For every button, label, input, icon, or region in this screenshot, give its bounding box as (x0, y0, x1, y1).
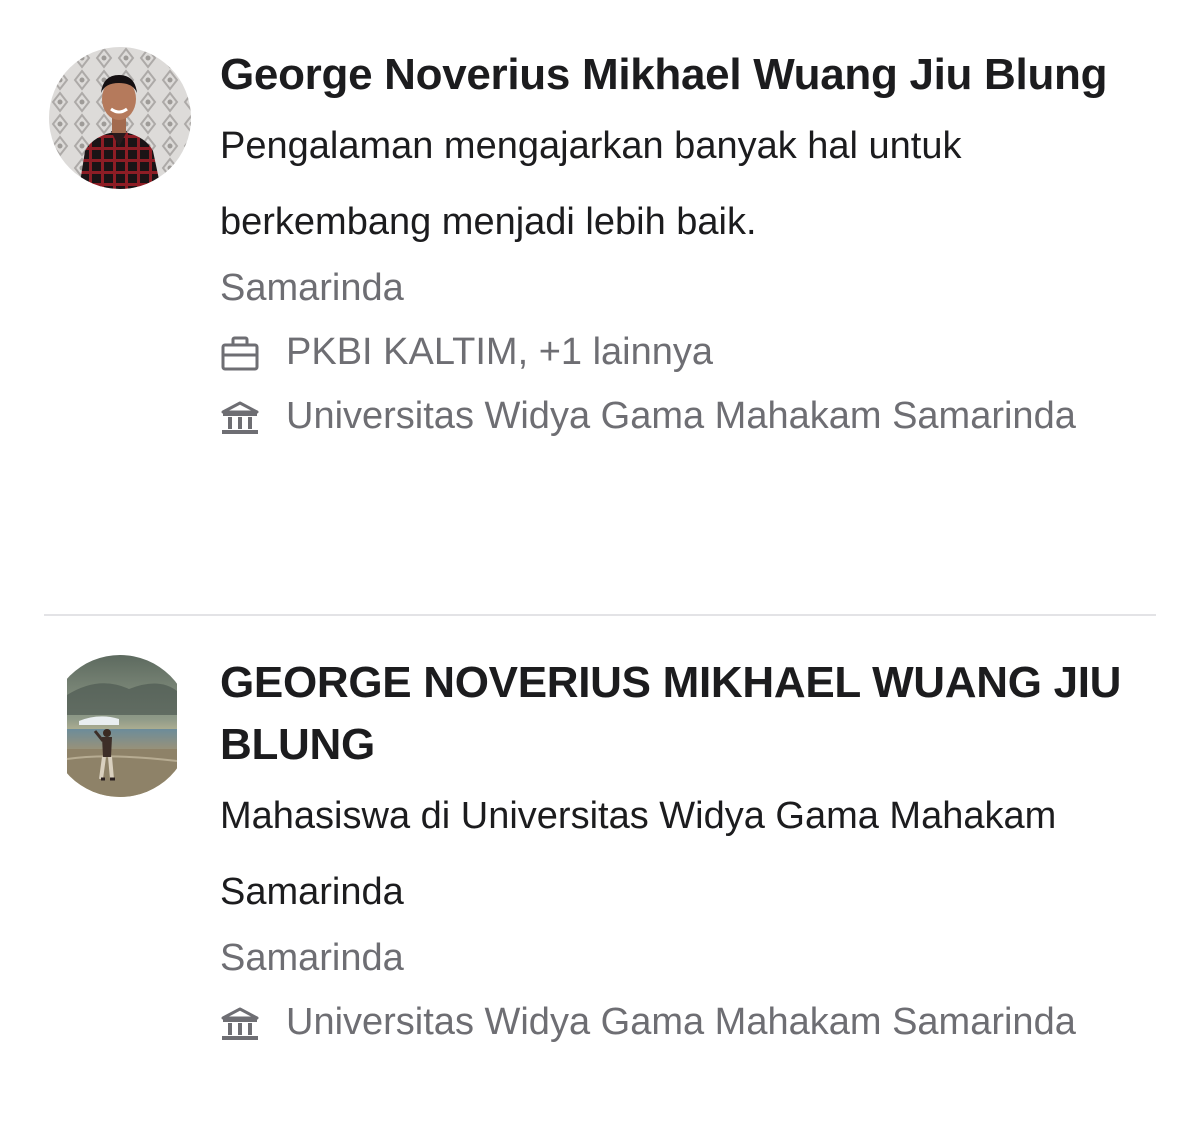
search-result-card[interactable]: GEORGE NOVERIUS MIKHAEL WUANG JIU BLUNG … (0, 616, 1200, 1137)
profile-location: Samarinda (220, 267, 404, 309)
search-result-card[interactable]: George Noverius Mikhael Wuang Jiu Blung … (0, 0, 1200, 615)
education-text: Universitas Widya Gama Mahakam Samarinda (286, 395, 1076, 437)
work-row: PKBI KALTIM, +1 lainnya (220, 320, 1160, 384)
education-row: Universitas Widya Gama Mahakam Samarinda (220, 990, 1160, 1054)
school-icon (220, 400, 260, 436)
education-row: Universitas Widya Gama Mahakam Samarinda (220, 384, 1160, 448)
work-text: PKBI KALTIM, +1 lainnya (286, 331, 713, 373)
briefcase-icon (220, 336, 260, 372)
profile-name[interactable]: George Noverius Mikhael Wuang Jiu Blung (220, 44, 1160, 106)
education-text: Universitas Widya Gama Mahakam Samarinda (286, 1001, 1076, 1043)
profile-name[interactable]: GEORGE NOVERIUS MIKHAEL WUANG JIU BLUNG (220, 652, 1160, 776)
profile-avatar[interactable] (49, 47, 191, 189)
profile-avatar[interactable] (49, 655, 191, 797)
profile-location: Samarinda (220, 937, 404, 979)
profile-headline: Mahasiswa di Universitas Widya Gama Maha… (220, 795, 1057, 913)
profile-headline: Pengalaman mengajarkan banyak hal untuk … (220, 125, 962, 243)
profile-photo (49, 655, 191, 797)
school-icon (220, 1006, 260, 1042)
profile-photo (49, 47, 191, 189)
